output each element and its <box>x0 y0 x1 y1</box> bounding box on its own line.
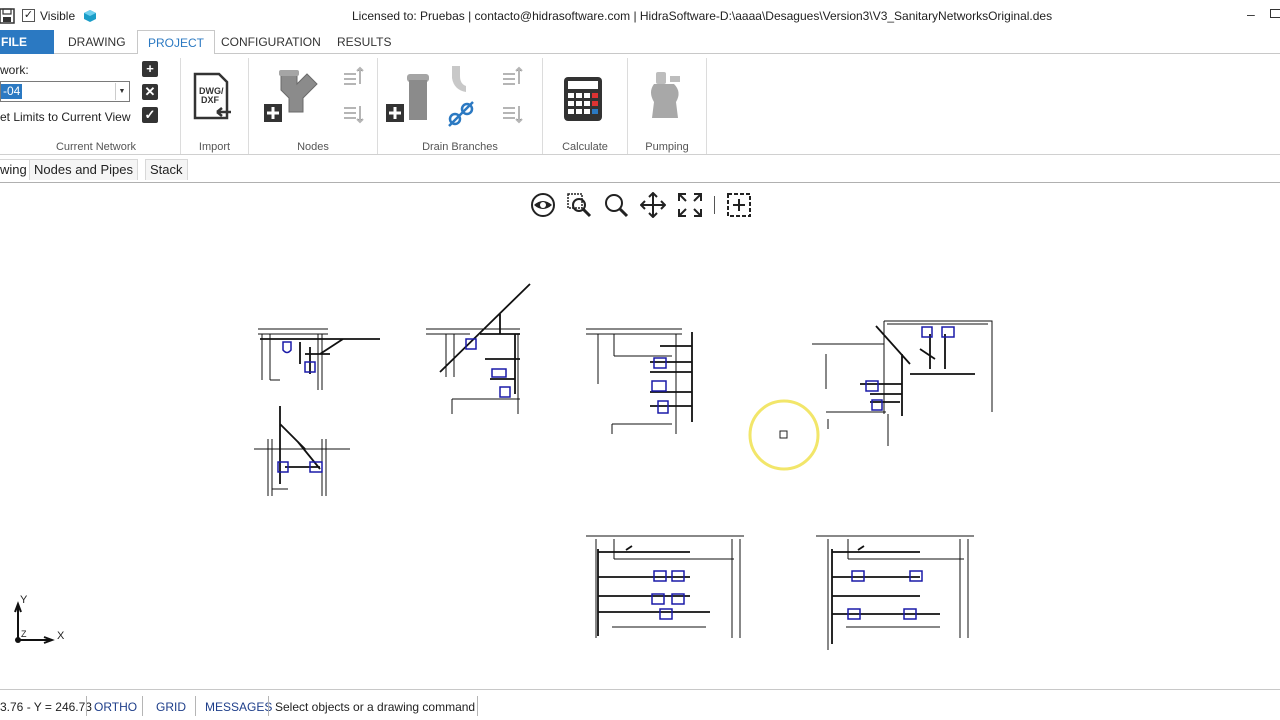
calculator-icon[interactable] <box>563 76 603 122</box>
set-limits-button[interactable]: ✓ <box>142 107 158 123</box>
tab-stack[interactable]: Stack <box>145 159 188 180</box>
status-divider <box>142 696 143 716</box>
delete-network-button[interactable]: ✕ <box>142 84 158 100</box>
tab-nodes-and-pipes[interactable]: Nodes and Pipes <box>29 159 139 180</box>
set-limits-label: et Limits to Current View <box>0 110 131 124</box>
add-network-button[interactable]: + <box>142 61 158 77</box>
network-label: work: <box>0 63 29 77</box>
bathroom-plan-3 <box>586 328 693 434</box>
group-divider <box>180 58 181 154</box>
window-title: Licensed to: Pruebas | contacto@hidrasof… <box>352 9 1053 23</box>
add-pipe-icon[interactable] <box>385 72 433 124</box>
ribbon-panel: work: -04 ▼ et Limits to Current View + … <box>0 54 1280 155</box>
tab-file[interactable]: FILE <box>0 30 54 54</box>
tab-drawing[interactable]: DRAWING <box>58 30 136 54</box>
tab-project[interactable]: PROJECT <box>137 30 216 55</box>
group-label-calculate: Calculate <box>562 141 608 153</box>
group-divider <box>248 58 249 154</box>
network-select[interactable]: -04 ▼ <box>0 81 130 102</box>
status-divider <box>477 696 478 716</box>
title-bar: ✓ Visible Licensed to: Pruebas | contact… <box>0 0 1280 30</box>
svg-text:DXF: DXF <box>201 95 220 105</box>
group-label-drain-branches: Drain Branches <box>422 141 498 153</box>
bathroom-plan-4 <box>812 320 993 446</box>
status-divider <box>268 696 269 716</box>
group-label-import: Import <box>198 141 231 153</box>
network-select-value: -04 <box>1 84 23 99</box>
tab-configuration[interactable]: CONFIGURATION <box>211 30 331 54</box>
group-label-nodes: Nodes <box>297 141 329 153</box>
visible-label: Visible <box>40 9 76 23</box>
maximize-button[interactable] <box>1270 9 1280 18</box>
sanitary-network-drawing[interactable]: Y X Z <box>0 184 1280 689</box>
messages-toggle[interactable]: MESSAGES <box>205 700 272 714</box>
status-bar: 3.76 - Y = 246.73 ORTHO GRID MESSAGES Se… <box>0 689 1280 720</box>
bathroom-plan-5 <box>254 406 350 496</box>
group-divider <box>377 58 378 154</box>
bathroom-plan-7 <box>816 535 974 650</box>
bathroom-plan-2 <box>426 283 531 414</box>
tab-drawing-view[interactable]: wing <box>0 159 32 180</box>
drawing-canvas[interactable]: Y X Z <box>0 184 1280 689</box>
bathroom-plan-6 <box>586 535 744 638</box>
tab-results[interactable]: RESULTS <box>327 30 401 54</box>
status-divider <box>195 696 196 716</box>
command-prompt: Select objects or a drawing command <box>275 700 476 714</box>
view-tab-bar: wing Nodes and Pipes Stack <box>0 156 1280 183</box>
ribbon-tab-bar: FILE DRAWING PROJECT CONFIGURATION RESUL… <box>0 30 1280 55</box>
group-label-current-network: Current Network <box>55 141 137 153</box>
branches-order-icon[interactable] <box>501 64 523 126</box>
axis-z-label: Z <box>21 629 27 639</box>
nodes-order-icon[interactable] <box>342 64 364 126</box>
save-icon[interactable] <box>0 8 16 24</box>
cursor-pickbox <box>779 430 788 439</box>
bathroom-plan-1 <box>258 328 380 390</box>
ucs-axis-icon: Y X Z <box>14 594 65 644</box>
dwg-import-icon[interactable]: DWG/ DXF <box>193 72 233 122</box>
ortho-toggle[interactable]: ORTHO <box>94 700 137 714</box>
group-label-pumping: Pumping <box>645 141 689 153</box>
chevron-down-icon[interactable]: ▼ <box>115 83 128 100</box>
cube-icon[interactable] <box>83 9 97 23</box>
drain-branch-tools-icon[interactable] <box>446 64 476 130</box>
group-divider <box>706 58 707 154</box>
group-divider <box>627 58 628 154</box>
pump-icon[interactable] <box>648 70 684 122</box>
axis-y-label: Y <box>20 594 28 606</box>
coordinates-readout: 3.76 - Y = 246.73 <box>0 700 92 714</box>
group-divider <box>542 58 543 154</box>
visible-checkbox[interactable]: ✓ <box>22 9 35 22</box>
status-divider <box>86 696 87 716</box>
axis-x-label: X <box>57 630 65 642</box>
grid-toggle[interactable]: GRID <box>156 700 186 714</box>
minimize-button[interactable]: – <box>1247 6 1255 22</box>
add-node-icon[interactable] <box>263 68 329 122</box>
